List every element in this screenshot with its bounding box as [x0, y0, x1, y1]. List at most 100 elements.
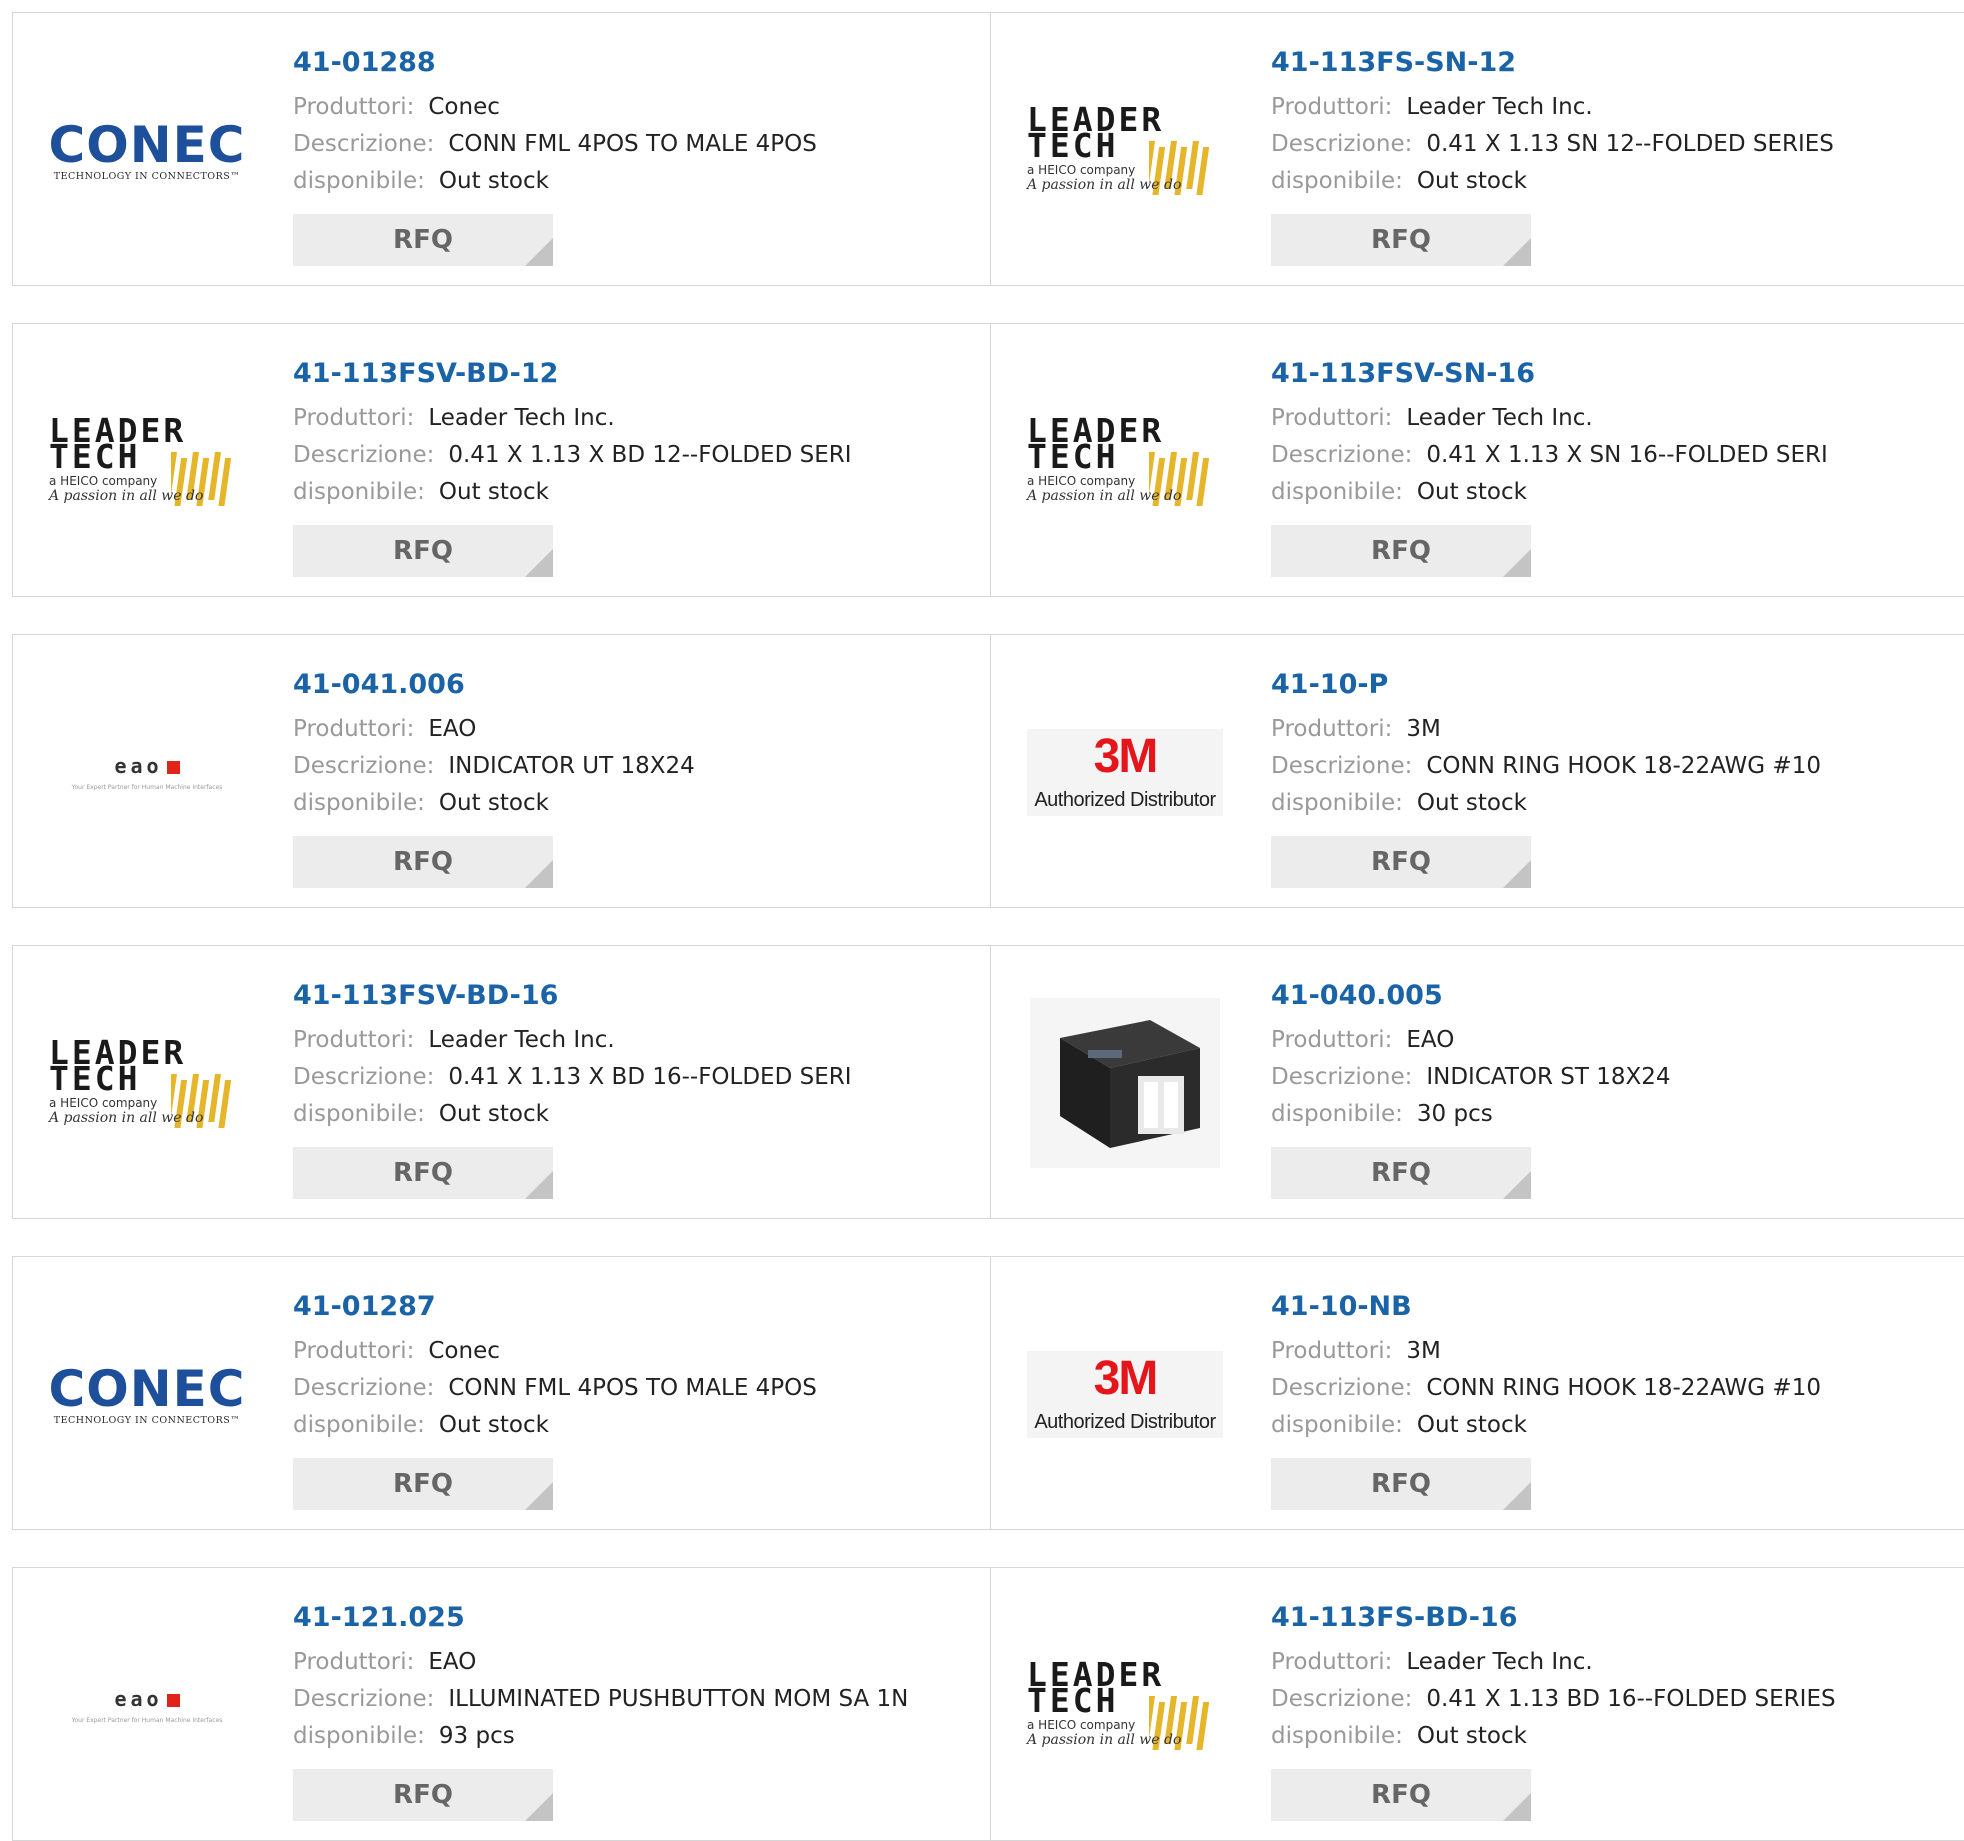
rfq-button[interactable]: RFQ	[293, 1458, 553, 1510]
product-card: LEADER TECH a HEICO company A passion in al…	[990, 12, 1964, 286]
manufacturer-logo[interactable]: LEADER TECH a HEICO company A passion in al…	[49, 1024, 245, 1142]
eao-logo-tagline: Your Expert Partner for Human Machine In…	[71, 783, 223, 791]
corner-triangle-icon	[1503, 238, 1531, 266]
rfq-button-label: RFQ	[1371, 1780, 1431, 1810]
description-value: CONN RING HOOK 18-22AWG #10	[1426, 1375, 1821, 1401]
rfq-button-label: RFQ	[393, 1158, 453, 1188]
rfq-button[interactable]: RFQ	[293, 1147, 553, 1199]
leader-tech-logo-script: A passion in all we do	[49, 488, 204, 504]
availability-label: disponibile:	[1271, 1723, 1403, 1749]
manufacturer-logo[interactable]: 3M Authorized Distributor	[1027, 713, 1223, 831]
manufacturer-logo[interactable]: eao Your Expert Partner for Human Machine…	[49, 1646, 245, 1764]
part-number-link[interactable]: 41-121.025	[293, 1600, 980, 1636]
manufacturer-line: Produttori: EAO	[293, 1644, 980, 1681]
product-card: LEADER TECH a HEICO company A passion in al…	[990, 323, 1964, 597]
rfq-button[interactable]: RFQ	[293, 214, 553, 266]
description-value: 0.41 X 1.13 BD 16--FOLDED SERIES	[1426, 1686, 1836, 1712]
3m-logo: 3M Authorized Distributor	[1027, 728, 1223, 816]
part-number-link[interactable]: 41-113FS-SN-12	[1271, 45, 1964, 81]
leader-tech-logo: LEADER TECH a HEICO company A passion in al…	[1027, 402, 1223, 520]
availability-value: Out stock	[1416, 1412, 1527, 1438]
part-number-link[interactable]: 41-113FS-BD-16	[1271, 1600, 1964, 1636]
manufacturer-label: Produttori:	[293, 94, 415, 120]
rfq-button[interactable]: RFQ	[1271, 214, 1531, 266]
manufacturer-line: Produttori: Leader Tech Inc.	[1271, 89, 1964, 126]
availability-line: disponibile: Out stock	[293, 1096, 980, 1133]
manufacturer-label: Produttori:	[293, 405, 415, 431]
product-info: 41-121.025 Produttori: EAO Descrizione: ILLU…	[293, 1600, 980, 1821]
description-line: Descrizione: INDICATOR ST 18X24	[1271, 1059, 1964, 1096]
product-photo	[1030, 998, 1220, 1168]
rfq-button[interactable]: RFQ	[293, 1769, 553, 1821]
manufacturer-value: EAO	[1406, 1027, 1455, 1053]
availability-line: disponibile: 93 pcs	[293, 1718, 980, 1755]
leader-tech-logo-sub: a HEICO company	[49, 1096, 158, 1110]
description-value: INDICATOR UT 18X24	[448, 753, 695, 779]
product-grid: CONEC TECHNOLOGY IN CONNECTORS™ 41-01288 Pr…	[0, 0, 1964, 1841]
rfq-button-label: RFQ	[1371, 1469, 1431, 1499]
description-label: Descrizione:	[293, 131, 435, 157]
part-number-link[interactable]: 41-113FSV-BD-12	[293, 356, 980, 392]
manufacturer-label: Produttori:	[293, 1649, 415, 1675]
3m-logo-tagline: Authorized Distributor	[1034, 788, 1216, 811]
description-label: Descrizione:	[1271, 753, 1413, 779]
description-line: Descrizione: ILLUMINATED PUSHBUTTON MOM S…	[293, 1681, 980, 1718]
manufacturer-line: Produttori: Leader Tech Inc.	[293, 400, 980, 437]
rfq-button[interactable]: RFQ	[1271, 1458, 1531, 1510]
rfq-button[interactable]: RFQ	[1271, 525, 1531, 577]
part-number-link[interactable]: 41-10-P	[1271, 667, 1964, 703]
eao-square-icon	[166, 1693, 180, 1707]
availability-line: disponibile: Out stock	[1271, 1718, 1964, 1755]
rfq-button[interactable]: RFQ	[1271, 836, 1531, 888]
manufacturer-line: Produttori: EAO	[293, 711, 980, 748]
eao-square-icon	[166, 760, 180, 774]
leader-tech-logo: LEADER TECH a HEICO company A passion in al…	[1027, 1646, 1223, 1764]
manufacturer-line: Produttori: EAO	[1271, 1022, 1964, 1059]
part-number-link[interactable]: 41-113FSV-SN-16	[1271, 356, 1964, 392]
eao-logo: eao Your Expert Partner for Human Machine…	[72, 754, 223, 791]
corner-triangle-icon	[1503, 1793, 1531, 1821]
leader-tech-logo-line2: TECH	[1027, 126, 1119, 165]
availability-value: Out stock	[438, 168, 549, 194]
availability-line: disponibile: Out stock	[293, 474, 980, 511]
rfq-button[interactable]: RFQ	[293, 525, 553, 577]
manufacturer-logo[interactable]: 3M Authorized Distributor	[1027, 1335, 1223, 1453]
3m-logo-word: 3M	[1093, 729, 1159, 783]
corner-triangle-icon	[525, 1482, 553, 1510]
manufacturer-logo[interactable]: CONEC TECHNOLOGY IN CONNECTORS™	[49, 1335, 245, 1453]
manufacturer-line: Produttori: 3M	[1271, 711, 1964, 748]
description-label: Descrizione:	[1271, 131, 1413, 157]
rfq-button[interactable]: RFQ	[293, 836, 553, 888]
manufacturer-logo[interactable]: eao Your Expert Partner for Human Machine…	[49, 713, 245, 831]
part-number-link[interactable]: 41-113FSV-BD-16	[293, 978, 980, 1014]
availability-label: disponibile:	[1271, 1101, 1403, 1127]
leader-tech-logo: LEADER TECH a HEICO company A passion in al…	[49, 402, 245, 520]
leader-tech-logo-sub: a HEICO company	[1027, 1718, 1136, 1732]
rfq-button-label: RFQ	[393, 225, 453, 255]
manufacturer-value: Conec	[428, 1338, 500, 1364]
description-line: Descrizione: CONN FML 4POS TO MALE 4POS	[293, 1370, 980, 1407]
part-number-link[interactable]: 41-041.006	[293, 667, 980, 703]
description-value: 0.41 X 1.13 X BD 16--FOLDED SERI	[448, 1064, 852, 1090]
corner-triangle-icon	[525, 238, 553, 266]
manufacturer-logo[interactable]: LEADER TECH a HEICO company A passion in al…	[1027, 402, 1223, 520]
description-value: 0.41 X 1.13 SN 12--FOLDED SERIES	[1426, 131, 1834, 157]
product-info: 41-113FS-BD-16 Produttori: Leader Tech Inc…	[1271, 1600, 1964, 1821]
manufacturer-logo[interactable]	[1027, 998, 1223, 1168]
part-number-link[interactable]: 41-10-NB	[1271, 1289, 1964, 1325]
part-number-link[interactable]: 41-040.005	[1271, 978, 1964, 1014]
part-number-link[interactable]: 41-01288	[293, 45, 980, 81]
manufacturer-logo[interactable]: LEADER TECH a HEICO company A passion in al…	[49, 402, 245, 520]
manufacturer-logo[interactable]: CONEC TECHNOLOGY IN CONNECTORS™	[49, 91, 245, 209]
manufacturer-value: EAO	[428, 1649, 477, 1675]
availability-value: Out stock	[438, 1412, 549, 1438]
manufacturer-value: Leader Tech Inc.	[1406, 405, 1593, 431]
rfq-button[interactable]: RFQ	[1271, 1147, 1531, 1199]
manufacturer-logo[interactable]: LEADER TECH a HEICO company A passion in al…	[1027, 1646, 1223, 1764]
availability-value: Out stock	[1416, 790, 1527, 816]
part-number-link[interactable]: 41-01287	[293, 1289, 980, 1325]
product-info: 41-01287 Produttori: Conec Descrizione: CONN…	[293, 1289, 980, 1510]
manufacturer-logo[interactable]: LEADER TECH a HEICO company A passion in al…	[1027, 91, 1223, 209]
rfq-button[interactable]: RFQ	[1271, 1769, 1531, 1821]
rfq-button-label: RFQ	[393, 1469, 453, 1499]
